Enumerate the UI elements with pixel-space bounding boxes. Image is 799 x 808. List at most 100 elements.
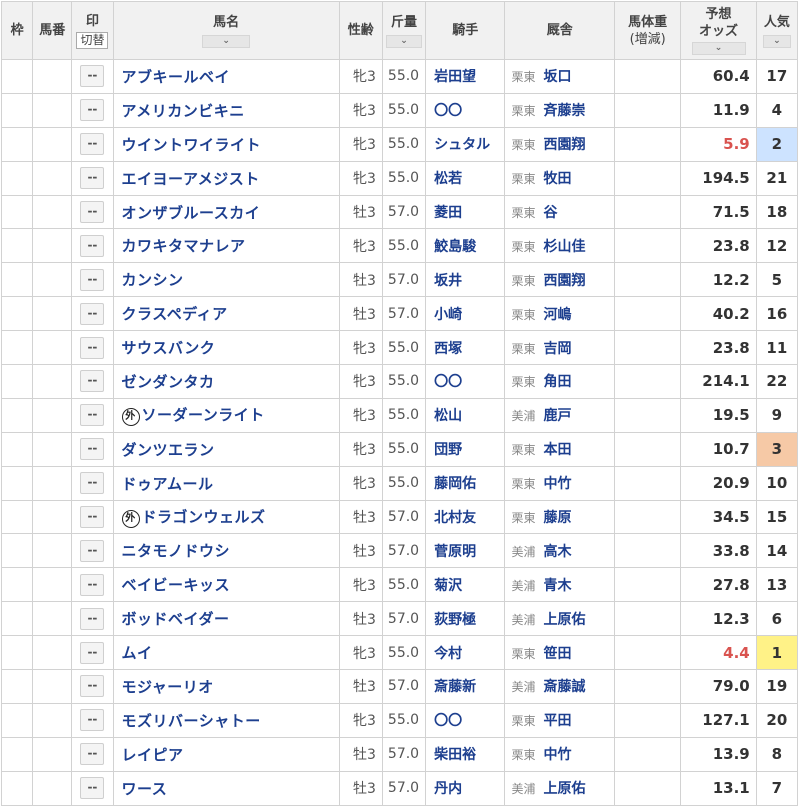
- jockey-link[interactable]: 西塚: [434, 341, 462, 357]
- trainer-link[interactable]: 笹田: [543, 646, 571, 662]
- trainer-link[interactable]: 吉岡: [543, 341, 571, 357]
- horse-name[interactable]: レイピア: [122, 746, 184, 764]
- trainer-link[interactable]: 杉山佳: [543, 239, 585, 255]
- trainer-link[interactable]: 上原佑: [543, 612, 585, 628]
- mark-select-button[interactable]: --: [80, 370, 105, 393]
- mark-select-button[interactable]: --: [80, 65, 105, 88]
- mark-select-button[interactable]: --: [80, 302, 105, 325]
- horse-name[interactable]: ドゥアムール: [122, 475, 214, 493]
- horse-name[interactable]: カワキタマナレア: [122, 237, 246, 255]
- horse-name[interactable]: サウスバンク: [122, 339, 216, 357]
- mark-select-button[interactable]: --: [80, 234, 105, 257]
- trainer-link[interactable]: 牧田: [543, 171, 571, 187]
- jockey-link[interactable]: 〇〇: [434, 374, 462, 390]
- horse-name-link[interactable]: オンザブルースカイ: [114, 204, 261, 222]
- jockey-link[interactable]: 鮫島駿: [434, 239, 476, 255]
- mark-select-button[interactable]: --: [80, 777, 105, 800]
- chevron-down-icon[interactable]: ⌄: [385, 34, 422, 48]
- horse-name-link[interactable]: ダンツエラン: [114, 441, 215, 459]
- mark-select-button[interactable]: --: [80, 607, 105, 630]
- horse-name[interactable]: ニタモノドウシ: [122, 542, 231, 560]
- trainer-link[interactable]: 鹿戸: [543, 408, 571, 424]
- mark-select-button[interactable]: --: [80, 743, 105, 766]
- horse-name-link[interactable]: レイピア: [114, 746, 184, 764]
- trainer-link[interactable]: 中竹: [543, 747, 571, 763]
- horse-name-link[interactable]: カワキタマナレア: [114, 237, 246, 255]
- jockey-link[interactable]: 団野: [434, 442, 462, 458]
- mark-select-button[interactable]: --: [80, 539, 105, 562]
- horse-name[interactable]: オンザブルースカイ: [122, 204, 261, 222]
- trainer-link[interactable]: 河嶋: [543, 307, 571, 323]
- horse-name[interactable]: ムイ: [122, 644, 153, 662]
- jockey-link[interactable]: 菅原明: [434, 544, 476, 560]
- mark-toggle-button[interactable]: 切替: [76, 31, 109, 49]
- horse-name[interactable]: アメリカンビキニ: [122, 102, 245, 120]
- jockey-link[interactable]: 北村友: [434, 510, 476, 526]
- mark-select-button[interactable]: --: [80, 709, 105, 732]
- horse-name[interactable]: カンシン: [122, 271, 184, 289]
- trainer-link[interactable]: 中竹: [543, 476, 571, 492]
- jockey-link[interactable]: 菱田: [434, 205, 462, 221]
- horse-name[interactable]: ワース: [122, 780, 168, 798]
- header-name[interactable]: 馬名 ⌄: [112, 1, 340, 60]
- horse-name-link[interactable]: カンシン: [114, 271, 184, 289]
- horse-name[interactable]: ウイントワイライト: [122, 136, 262, 154]
- horse-name-link[interactable]: ドゥアムール: [114, 475, 214, 493]
- jockey-link[interactable]: 斎藤新: [434, 679, 476, 695]
- mark-select-button[interactable]: --: [80, 336, 105, 359]
- trainer-link[interactable]: 斉藤崇: [543, 103, 585, 119]
- header-odds[interactable]: 予想 オッズ ⌄: [680, 1, 757, 60]
- horse-name-link[interactable]: モジャーリオ: [114, 678, 214, 696]
- mark-select-button[interactable]: --: [80, 201, 105, 223]
- header-popularity[interactable]: 人気 ⌄: [755, 1, 799, 60]
- chevron-down-icon[interactable]: ⌄: [202, 34, 251, 48]
- horse-name-link[interactable]: ワース: [114, 780, 168, 798]
- horse-name[interactable]: ドラゴンウェルズ: [142, 508, 266, 526]
- mark-select-button[interactable]: --: [80, 472, 105, 495]
- horse-name-link[interactable]: アブキールベイ: [114, 68, 231, 86]
- horse-name-link[interactable]: ムイ: [114, 644, 153, 662]
- mark-select-button[interactable]: --: [80, 438, 105, 461]
- trainer-link[interactable]: 角田: [543, 374, 571, 390]
- horse-name[interactable]: ボッドベイダー: [122, 610, 230, 628]
- chevron-down-icon[interactable]: ⌄: [762, 34, 791, 48]
- trainer-link[interactable]: 西園翔: [543, 273, 585, 289]
- mark-select-button[interactable]: --: [80, 641, 105, 664]
- trainer-link[interactable]: 藤原: [543, 510, 571, 526]
- mark-select-button[interactable]: --: [80, 99, 105, 122]
- trainer-link[interactable]: 斎藤誠: [543, 679, 585, 695]
- mark-select-button[interactable]: --: [80, 675, 105, 698]
- jockey-link[interactable]: 菊沢: [434, 578, 462, 594]
- horse-name[interactable]: ダンツエラン: [122, 441, 215, 459]
- horse-name-link[interactable]: エイヨーアメジスト: [114, 170, 260, 188]
- horse-name[interactable]: ソーダーンライト: [142, 406, 265, 424]
- horse-name[interactable]: ゼンダンタカ: [122, 373, 215, 391]
- header-kinryo[interactable]: 斤量 ⌄: [381, 1, 427, 60]
- jockey-link[interactable]: 松若: [434, 171, 462, 187]
- jockey-link[interactable]: 荻野極: [434, 612, 476, 628]
- horse-name[interactable]: モジャーリオ: [122, 678, 214, 696]
- trainer-link[interactable]: 本田: [543, 442, 571, 458]
- jockey-link[interactable]: 〇〇: [434, 713, 462, 729]
- horse-name[interactable]: アブキールベイ: [122, 68, 231, 86]
- mark-select-button[interactable]: --: [80, 133, 105, 156]
- jockey-link[interactable]: 坂井: [434, 273, 462, 289]
- horse-name[interactable]: モズリバーシャトー: [122, 712, 261, 730]
- horse-name-link[interactable]: クラスペディア: [114, 305, 228, 323]
- jockey-link[interactable]: シュタル: [434, 137, 490, 153]
- horse-name-link[interactable]: 外ソーダーンライト: [114, 406, 265, 427]
- trainer-link[interactable]: 平田: [543, 713, 571, 729]
- trainer-link[interactable]: 高木: [543, 544, 571, 560]
- trainer-link[interactable]: 青木: [543, 578, 571, 594]
- horse-name-link[interactable]: アメリカンビキニ: [114, 102, 245, 120]
- mark-select-button[interactable]: --: [80, 506, 105, 529]
- mark-select-button[interactable]: --: [80, 573, 105, 596]
- horse-name-link[interactable]: モズリバーシャトー: [114, 712, 261, 730]
- horse-name-link[interactable]: ボッドベイダー: [114, 610, 230, 628]
- horse-name-link[interactable]: サウスバンク: [114, 339, 216, 357]
- horse-name[interactable]: クラスペディア: [122, 305, 228, 323]
- trainer-link[interactable]: 坂口: [543, 69, 571, 85]
- horse-name[interactable]: ベイビーキッス: [122, 576, 231, 594]
- jockey-link[interactable]: 柴田裕: [434, 747, 476, 763]
- horse-name-link[interactable]: ウイントワイライト: [114, 136, 262, 154]
